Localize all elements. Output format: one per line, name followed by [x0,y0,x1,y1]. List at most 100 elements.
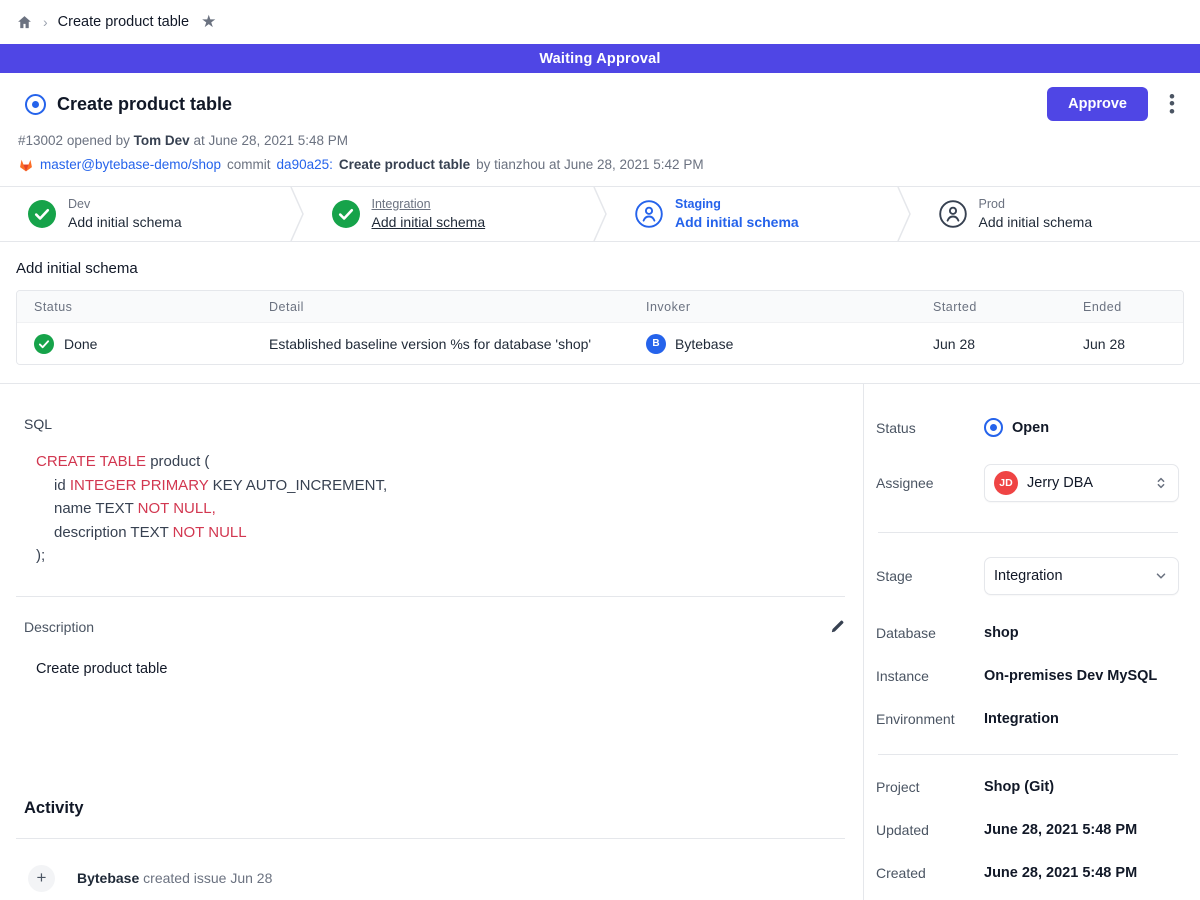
activity-item: + Bytebase created issue Jun 28 [28,865,845,892]
task-table-header: Status Detail Invoker Started Ended [17,291,1183,322]
vcs-commit-byline: by tianzhou at June 28, 2021 5:42 PM [476,157,703,172]
check-circle-icon [34,334,54,354]
project-value[interactable]: Shop (Git) [984,779,1054,795]
environment-label: Environment [876,711,984,727]
environment-value[interactable]: Integration [984,711,1059,727]
vcs-commit-link[interactable]: da90a25 [277,157,330,172]
page-title: Create product table [57,94,232,115]
column-started: Started [916,300,1066,314]
stage-staging[interactable]: Staging Add initial schema [607,187,897,241]
stage-env-label: Prod [979,196,1093,213]
assignee-value: Jerry DBA [1027,475,1093,491]
person-circle-icon [635,200,663,228]
description-label: Description [24,619,94,635]
chevron-down-icon [1154,569,1168,583]
issue-open-time: at June 28, 2021 5:48 PM [193,133,348,148]
description-text[interactable]: Create product table [36,661,845,677]
assignee-select[interactable]: JD Jerry DBA [984,464,1179,502]
vcs-commit-message: Create product table [339,157,470,172]
divider [878,754,1178,755]
divider [16,596,845,597]
status-open-icon [984,418,1003,437]
task-section-title: Add initial schema [16,260,1184,277]
sql-label: SQL [24,416,845,432]
approval-banner-text: Waiting Approval [539,51,660,67]
column-invoker: Invoker [629,300,916,314]
issue-open-icon [25,94,46,115]
stage-integration[interactable]: Integration Add initial schema [304,187,594,241]
edit-pencil-icon[interactable] [829,619,845,635]
stage-task-label: Add initial schema [675,213,799,232]
task-detail: Established baseline version %s for data… [252,336,629,352]
stage-task-label: Add initial schema [68,213,182,232]
assignee-avatar: JD [994,471,1018,495]
stage-separator [593,187,607,241]
task-ended: Jun 28 [1066,336,1183,352]
plus-icon: + [28,865,55,892]
stage-dev[interactable]: Dev Add initial schema [0,187,290,241]
issue-author: Tom Dev [134,133,190,148]
content-area: SQL CREATE TABLE product (id INTEGER PRI… [0,383,1200,900]
updated-label: Updated [876,822,984,838]
star-icon[interactable]: ★ [201,12,216,32]
main-panel: SQL CREATE TABLE product (id INTEGER PRI… [0,384,863,900]
stage-prod[interactable]: Prod Add initial schema [911,187,1200,241]
stage-select[interactable]: Integration [984,557,1179,595]
approval-banner: Waiting Approval [0,44,1200,73]
issue-meta: #13002 opened by Tom Dev at June 28, 202… [18,133,1180,148]
breadcrumb-page-title[interactable]: Create product table [58,14,189,30]
table-row[interactable]: Done Established baseline version %s for… [17,322,1183,364]
vcs-commit-line: master@bytebase-demo/shop commit da90a25… [18,157,1180,172]
instance-label: Instance [876,668,984,684]
task-table: Status Detail Invoker Started Ended Done… [16,290,1184,365]
breadcrumb: › Create product table ★ [0,0,1200,44]
status-label: Status [876,420,984,436]
task-status: Done [64,336,97,352]
task-section: Add initial schema Status Detail Invoker… [0,242,1200,383]
activity-title: Activity [24,799,845,818]
person-circle-icon [939,200,967,228]
column-ended: Ended [1066,300,1183,314]
column-status: Status [17,300,252,314]
sql-code: CREATE TABLE product (id INTEGER PRIMARY… [36,450,845,568]
task-started: Jun 28 [916,336,1066,352]
issue-id: #13002 [18,133,63,148]
check-circle-icon [28,200,56,228]
pipeline-stage-bar: Dev Add initial schema Integration Add i… [0,186,1200,242]
activity-action: created issue [143,870,226,886]
home-icon[interactable] [16,14,33,31]
approve-button[interactable]: Approve [1047,87,1148,121]
stage-env-label: Staging [675,196,799,213]
gitlab-icon [18,157,34,172]
chevron-right-icon: › [43,14,48,30]
updated-value: June 28, 2021 5:48 PM [984,822,1137,838]
column-detail: Detail [252,300,629,314]
stage-separator [897,187,911,241]
invoker-avatar: B [646,334,666,354]
created-label: Created [876,865,984,881]
instance-value[interactable]: On-premises Dev MySQL [984,668,1157,684]
divider [878,532,1178,533]
stage-label: Stage [876,568,984,584]
created-value: June 28, 2021 5:48 PM [984,865,1137,881]
stage-env-label: Integration [372,196,486,213]
stage-value: Integration [994,568,1063,584]
stage-task-label: Add initial schema [979,213,1093,232]
task-invoker: Bytebase [675,336,733,352]
chevron-up-down-icon [1154,476,1168,490]
project-label: Project [876,779,984,795]
check-circle-icon [332,200,360,228]
issue-header: Create product table Approve ••• #13002 … [0,73,1200,186]
stage-separator [290,187,304,241]
vcs-branch-link[interactable]: master@bytebase-demo/shop [40,157,221,172]
stage-env-label: Dev [68,196,182,213]
database-value[interactable]: shop [984,625,1019,641]
assignee-label: Assignee [876,475,984,491]
status-value: Open [1012,420,1049,436]
activity-date: Jun 28 [230,870,272,886]
database-label: Database [876,625,984,641]
kebab-menu-icon[interactable]: ••• [1164,93,1180,116]
stage-task-label: Add initial schema [372,213,486,232]
divider [16,838,845,839]
issue-sidebar: Status Open Assignee JD Jerry DBA Stage … [863,384,1200,900]
